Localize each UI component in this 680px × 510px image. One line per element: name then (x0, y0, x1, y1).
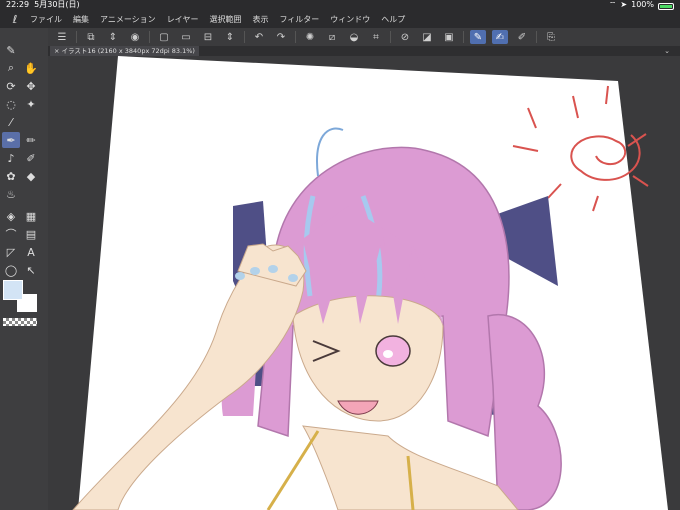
hand-icon[interactable]: ✋ (22, 60, 40, 76)
main-color-swatch[interactable] (3, 280, 23, 300)
menu-bar: ℓ ファイル 編集 アニメーション レイヤー 選択範囲 表示 フィルター ウィン… (0, 10, 680, 28)
snap-off-icon[interactable]: ⊘ (397, 30, 413, 44)
snap-ruler-icon[interactable]: ◪ (419, 30, 435, 44)
new-canvas-icon[interactable]: ⧉ (83, 30, 99, 44)
divider (149, 31, 150, 43)
app-logo-icon[interactable]: ℓ (0, 13, 30, 26)
transparent-color-swatch[interactable] (3, 318, 37, 326)
menu-filter[interactable]: フィルター (279, 14, 319, 25)
copy-icon[interactable]: ⎘ (543, 30, 559, 44)
eyedropper-icon[interactable]: ⁄ (2, 114, 20, 130)
undo-icon[interactable]: ↶ (251, 30, 267, 44)
divider (536, 31, 537, 43)
pen-icon[interactable]: ✐ (514, 30, 530, 44)
pen-pressure-icon[interactable]: ✍ (492, 30, 508, 44)
clear-icon[interactable]: ⧄ (324, 30, 340, 44)
command-bar: ☰ ⧉ ⇕ ◉ ▢ ▭ ⊟ ⇕ ↶ ↷ ✺ ⧄ ◒ ⌗ ⊘ ◪ ▣ ✎ ✍ ✐ … (48, 28, 680, 46)
gradient-icon[interactable]: ▦ (22, 208, 40, 224)
canvas-area[interactable] (48, 56, 680, 510)
pen-tool-icon[interactable]: ✒ (2, 132, 20, 148)
redo-icon[interactable]: ↷ (273, 30, 289, 44)
loading-icon[interactable]: ✺ (302, 30, 318, 44)
pen-stabilize-icon[interactable]: ✎ (470, 30, 486, 44)
settings-icon[interactable]: ◉ (127, 30, 143, 44)
ios-status-bar: 22:29 5月30日(日) ⌔ ➤ 100% (0, 0, 680, 10)
correct-line-icon[interactable]: ↖ (22, 262, 40, 278)
rotate-icon[interactable]: ⟳ (2, 78, 20, 94)
open-folder-icon[interactable]: ▭ (178, 30, 194, 44)
zoom-icon[interactable]: ⌕ (2, 60, 20, 76)
magic-wand-icon[interactable]: ✦ (22, 96, 40, 112)
fill-icon[interactable]: ◒ (346, 30, 362, 44)
crop-icon[interactable]: ⌗ (368, 30, 384, 44)
move-icon[interactable]: ✥ (22, 78, 40, 94)
document-tab[interactable]: × イラスト16 (2160 x 3840px 72dpi 83.1%) (50, 46, 199, 56)
ruler-icon[interactable]: ◸ (2, 244, 20, 260)
menu-view[interactable]: 表示 (252, 14, 268, 25)
menu-animation[interactable]: アニメーション (100, 14, 156, 25)
menu-help[interactable]: ヘルプ (381, 14, 405, 25)
divider (76, 31, 77, 43)
illustration-canvas[interactable] (48, 56, 680, 510)
battery-icon (658, 2, 674, 10)
divider (244, 31, 245, 43)
stepper-icon-2[interactable]: ⇕ (222, 30, 238, 44)
status-indicators: ⌔ ➤ 100% (609, 0, 674, 10)
brush-icon[interactable]: ♪ (2, 150, 20, 166)
stepper-icon[interactable]: ⇕ (105, 30, 121, 44)
figure-icon[interactable]: ⌒ (2, 226, 20, 242)
paint-icon[interactable]: ✐ (22, 150, 40, 166)
snap-grid-icon[interactable]: ▣ (441, 30, 457, 44)
menu-file[interactable]: ファイル (30, 14, 62, 25)
eye-highlight (383, 350, 393, 358)
open-eye (375, 335, 411, 367)
divider (463, 31, 464, 43)
fill-bucket-icon[interactable]: ◈ (2, 208, 20, 224)
airbrush-icon[interactable]: ✿ (2, 168, 20, 184)
new-file-icon[interactable]: ▢ (156, 30, 172, 44)
wifi-icon: ⌔ (608, 0, 617, 9)
battery-percent: 100% (631, 0, 654, 9)
chevron-down-icon[interactable]: ⌄ (664, 46, 670, 56)
menu-edit[interactable]: 編集 (73, 14, 89, 25)
eraser-icon[interactable]: ◆ (22, 168, 40, 184)
status-time-date: 22:29 5月30日(日) (6, 0, 80, 9)
divider (390, 31, 391, 43)
text-tool-icon[interactable]: A (22, 244, 40, 260)
save-icon[interactable]: ⊟ (200, 30, 216, 44)
location-icon: ➤ (620, 0, 628, 9)
document-tab-bar: × イラスト16 (2160 x 3840px 72dpi 83.1%) ⌄ (48, 46, 680, 56)
frame-icon[interactable]: ▤ (22, 226, 40, 242)
divider (295, 31, 296, 43)
menu-layer[interactable]: レイヤー (167, 14, 199, 25)
brush-size-icon[interactable]: ✎ (2, 42, 20, 58)
menu-icon[interactable]: ☰ (54, 30, 70, 44)
menu-window[interactable]: ウィンドウ (330, 14, 370, 25)
tool-palette: ✎ ⌕ ✋ ⟳ ✥ ◌ ✦ ⁄ ✒ ✏ ♪ ✐ ✿ ◆ ♨ ◈ ▦ ⌒ ▤ ◸ … (0, 28, 48, 510)
pencil-icon[interactable]: ✏ (22, 132, 40, 148)
balloon-icon[interactable]: ◯ (2, 262, 20, 278)
menu-selection[interactable]: 選択範囲 (209, 14, 241, 25)
lasso-icon[interactable]: ◌ (2, 96, 20, 112)
blend-icon[interactable]: ♨ (2, 186, 20, 202)
